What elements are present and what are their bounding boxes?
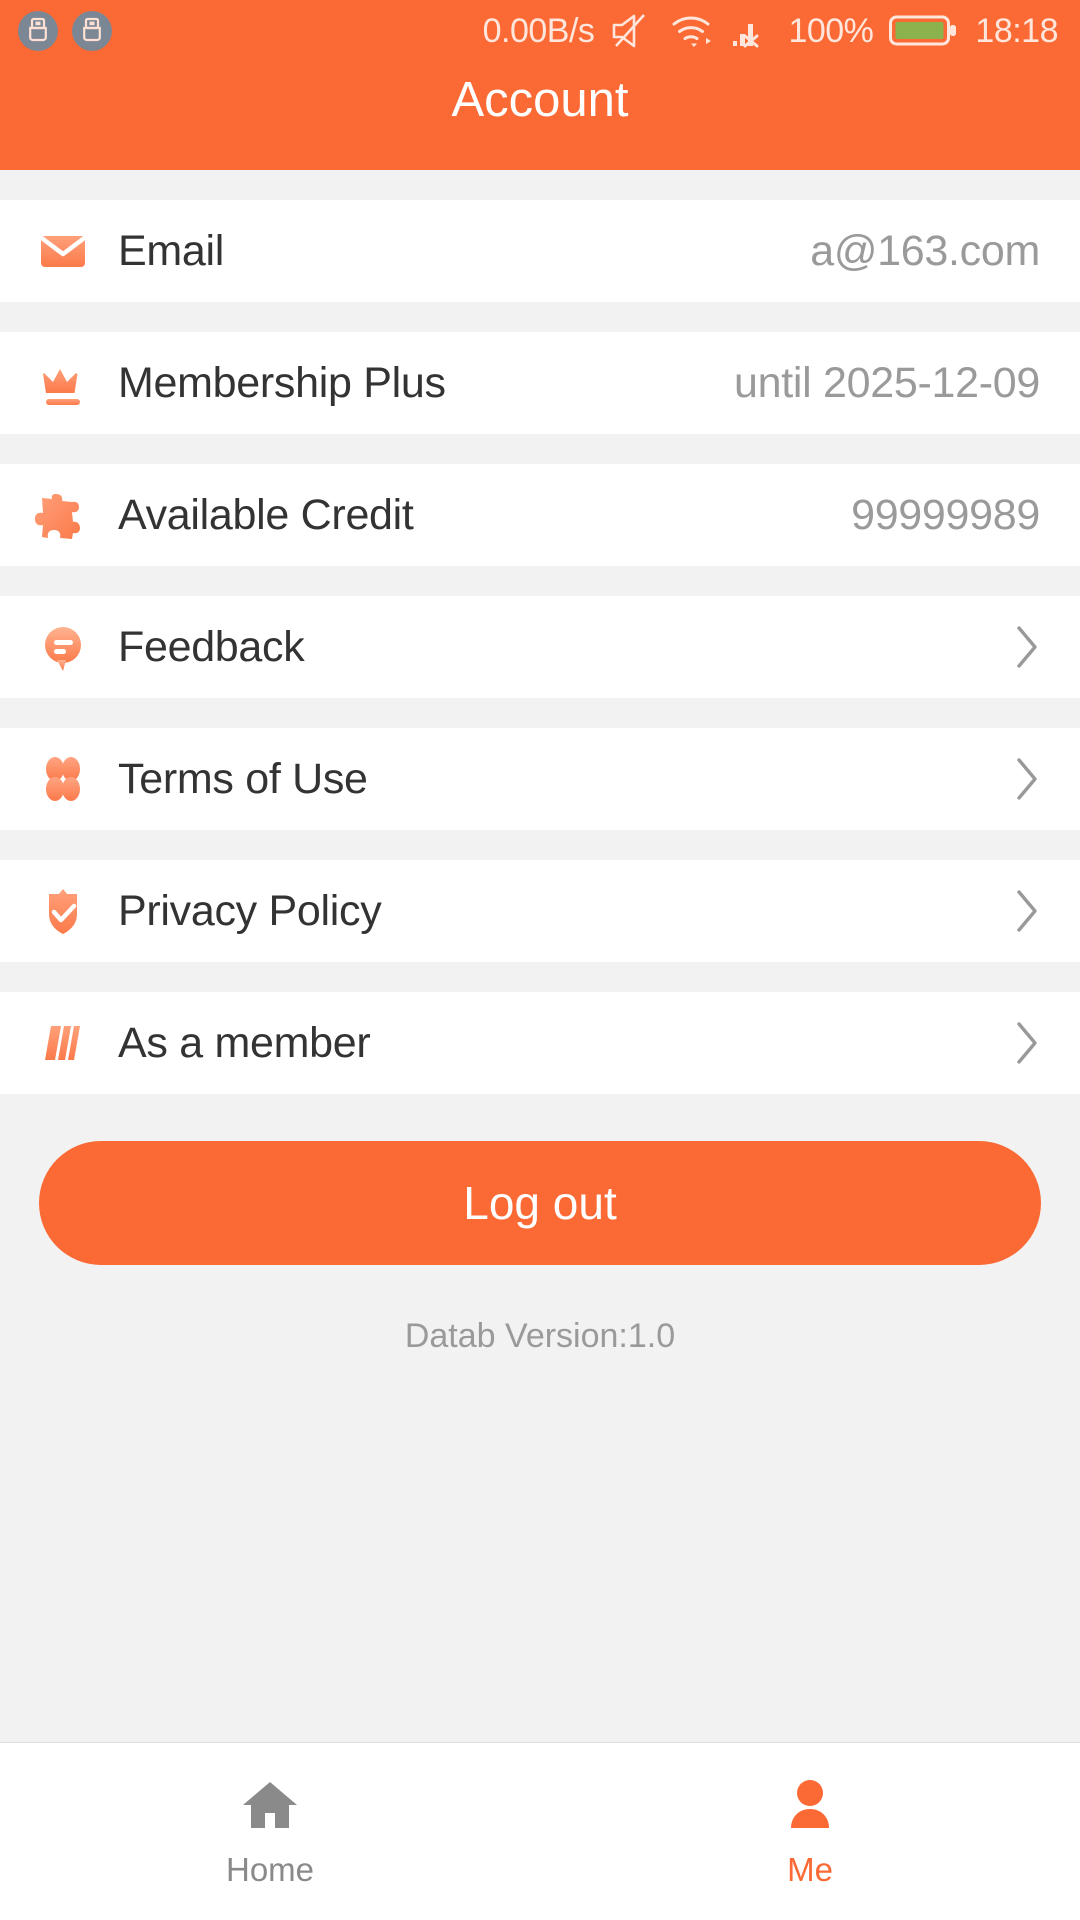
crown-icon (34, 354, 92, 412)
row-label: As a member (118, 1018, 371, 1067)
row-as-a-member[interactable]: As a member (0, 992, 1080, 1095)
network-speed-text: 0.00B/s (482, 11, 595, 50)
row-privacy-policy[interactable]: Privacy Policy (0, 860, 1080, 963)
person-icon (777, 1774, 843, 1841)
usb-debug-icon (18, 11, 58, 51)
puzzle-piece-icon (34, 486, 92, 544)
slanted-bars-icon (34, 1014, 92, 1072)
row-separator (0, 567, 1080, 596)
chevron-right-icon[interactable] (1014, 1020, 1040, 1066)
row-label: Privacy Policy (118, 886, 382, 935)
chevron-right-icon[interactable] (1014, 756, 1040, 802)
row-membership-plus[interactable]: Membership Plus until 2025-12-09 (0, 332, 1080, 435)
header-list-spacer (0, 170, 1080, 200)
volume-mute-icon (610, 12, 654, 50)
row-available-credit[interactable]: Available Credit 99999989 (0, 464, 1080, 567)
row-label: Membership Plus (118, 358, 446, 407)
clock-text: 18:18 (975, 11, 1058, 50)
logout-button[interactable]: Log out (39, 1141, 1041, 1265)
footer-section: Log out Datab Version:1.0 (0, 1095, 1080, 1356)
page-header: Account (0, 62, 1080, 170)
envelope-icon (34, 222, 92, 280)
chevron-right-icon[interactable] (1014, 888, 1040, 934)
four-petal-clover-icon (34, 750, 92, 808)
speech-bubble-icon (34, 618, 92, 676)
row-separator (0, 435, 1080, 464)
row-label: Terms of Use (118, 754, 368, 803)
nav-me[interactable]: Me (540, 1743, 1080, 1920)
bottom-navigation: Home Me (0, 1742, 1080, 1920)
battery-percent-text: 100% (788, 11, 874, 50)
row-separator (0, 831, 1080, 860)
row-value: until 2025-12-09 (734, 358, 1040, 407)
row-feedback[interactable]: Feedback (0, 596, 1080, 699)
nav-label: Me (787, 1851, 833, 1888)
row-separator (0, 303, 1080, 332)
shield-check-icon (34, 882, 92, 940)
page-title: Account (451, 73, 629, 127)
row-label: Feedback (118, 622, 305, 671)
nav-home[interactable]: Home (0, 1743, 540, 1920)
row-value: a@163.com (810, 226, 1040, 275)
wifi-icon (670, 12, 716, 50)
settings-list: Email a@163.com Membership Plus until 20… (0, 200, 1080, 1095)
row-separator (0, 699, 1080, 728)
battery-full-icon (889, 13, 959, 49)
home-icon (237, 1774, 303, 1841)
chevron-right-icon[interactable] (1014, 624, 1040, 670)
cellular-no-service-icon (732, 12, 772, 50)
row-label: Email (118, 226, 225, 275)
usb-debug-icon (72, 11, 112, 51)
row-label: Available Credit (118, 490, 414, 539)
status-bar-right: 0.00B/s 100% 18:18 (482, 11, 1059, 51)
row-separator (0, 963, 1080, 992)
status-bar-left (18, 11, 112, 51)
row-email[interactable]: Email a@163.com (0, 200, 1080, 303)
version-text: Datab Version:1.0 (404, 1317, 676, 1355)
nav-label: Home (225, 1851, 315, 1888)
row-value: 99999989 (851, 490, 1040, 539)
status-bar: 0.00B/s 100% 18:18 (0, 0, 1080, 62)
row-terms-of-use[interactable]: Terms of Use (0, 728, 1080, 831)
